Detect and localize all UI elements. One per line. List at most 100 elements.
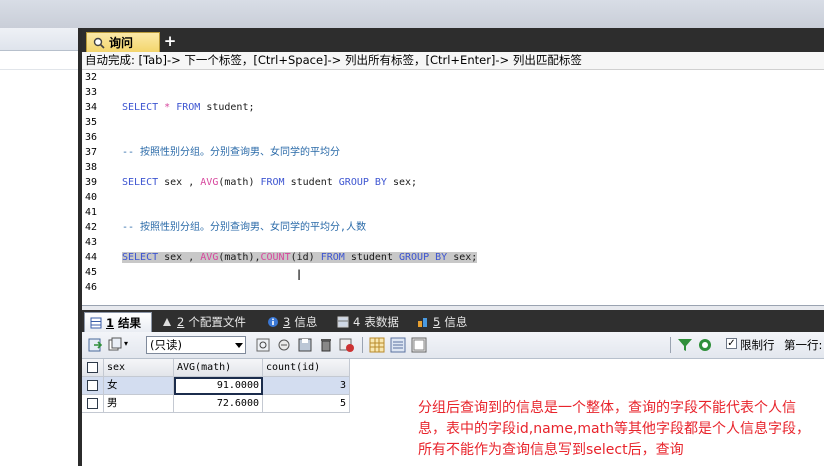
line-number: 38: [85, 162, 98, 173]
line-number: 33: [85, 87, 98, 98]
export-icon[interactable]: [86, 336, 104, 354]
funnel-icon[interactable]: [676, 336, 694, 354]
code-line[interactable]: 37 -- 按照性别分组。分别查询男、女同学的平均分: [82, 145, 340, 160]
grid-header-row: sex AVG(math) count(id): [82, 359, 350, 377]
code-line[interactable]: 41: [82, 205, 122, 220]
tab-query[interactable]: 询问: [86, 32, 160, 52]
row-checkbox[interactable]: [82, 377, 104, 395]
text-cursor-icon: I: [297, 268, 302, 284]
cell-avg-math[interactable]: 91.0000: [174, 377, 263, 395]
filter-icon[interactable]: [275, 336, 293, 354]
line-number: 32: [85, 72, 98, 83]
code-line[interactable]: 40: [82, 190, 122, 205]
refresh-icon[interactable]: [254, 336, 272, 354]
line-number: 46: [85, 282, 98, 293]
code-token: -- 按照性别分组。分别查询男、女同学的平均分: [122, 147, 341, 158]
code-line[interactable]: 38: [82, 160, 122, 175]
code-token: GROUP BY: [399, 252, 448, 263]
select-all-checkbox[interactable]: [82, 359, 104, 377]
cell-sex[interactable]: 女: [104, 377, 174, 395]
dropdown-arrow-icon: [235, 343, 243, 348]
code-line[interactable]: 36: [82, 130, 122, 145]
row-checkbox[interactable]: [82, 395, 104, 413]
code-token: student: [284, 177, 339, 188]
code-line[interactable]: 34 SELECT * FROM student;: [82, 100, 255, 115]
line-number: 36: [85, 132, 98, 143]
new-tab-button[interactable]: +: [162, 32, 178, 50]
line-number: 40: [85, 192, 98, 203]
delete-icon[interactable]: [317, 336, 335, 354]
code-token: (math): [218, 177, 261, 188]
tab-info-2-label: 信息: [444, 315, 468, 329]
tab-profiles-num: 2: [177, 315, 185, 329]
cell-count-id[interactable]: 5: [263, 395, 350, 413]
code-line[interactable]: 45: [82, 265, 122, 280]
copy-icon[interactable]: [106, 336, 124, 354]
text-view-icon[interactable]: [410, 336, 428, 354]
cell-sex[interactable]: 男: [104, 395, 174, 413]
column-header-sex[interactable]: sex: [104, 359, 174, 377]
tab-info-2[interactable]: 5 信息: [412, 312, 474, 332]
code-line[interactable]: 32: [82, 70, 122, 85]
history-icon: [418, 318, 427, 327]
cancel-icon[interactable]: [338, 336, 356, 354]
code-line[interactable]: 42 -- 按照性别分组。分别查询男、女同学的平均分,人数: [82, 220, 366, 235]
limit-rows-label: 限制行: [740, 338, 775, 352]
cell-avg-math[interactable]: 72.6000: [174, 395, 263, 413]
object-browser-row: [0, 51, 78, 70]
reload-icon[interactable]: [696, 336, 714, 354]
tab-info-2-num: 5: [433, 315, 441, 329]
tab-info[interactable]: 3 信息: [262, 312, 328, 332]
code-line[interactable]: 33: [82, 85, 122, 100]
query-icon: [93, 37, 105, 49]
chevron-down-icon[interactable]: ▾: [124, 339, 132, 348]
line-number: 44: [85, 252, 98, 263]
results-tab-strip: 1 结果 2 个配置文件 3 信息 4 表数据 5 信息: [82, 310, 824, 332]
code-token: student: [344, 252, 399, 263]
grid-view-icon[interactable]: [368, 336, 386, 354]
line-number: 42: [85, 222, 98, 233]
grid-icon: [90, 317, 102, 328]
cell-count-id[interactable]: 3: [263, 377, 350, 395]
table-icon: [337, 316, 349, 328]
code-token: (math),: [218, 252, 261, 263]
toolbar-divider: [362, 337, 363, 353]
code-token: AVG: [200, 252, 219, 263]
toolbar-divider: [670, 337, 671, 353]
code-token: (id): [290, 252, 321, 263]
profile-icon: [163, 318, 171, 326]
code-line[interactable]: 35: [82, 115, 122, 130]
code-token: FROM: [176, 102, 201, 113]
tab-results-label: 结果: [118, 315, 142, 330]
editor-tab-strip: 询问 +: [82, 28, 824, 52]
results-toolbar: ▾ (只读) ✓ 限制行 第一行:: [82, 332, 824, 359]
tab-table-data-label: 表数据: [364, 315, 399, 329]
window-title-bar: [0, 0, 824, 28]
column-header-count-id[interactable]: count(id): [263, 359, 350, 377]
table-row[interactable]: 男 72.6000 5: [82, 395, 350, 413]
code-editor[interactable]: 32 33 34 SELECT * FROM student; 35 36 37 -- 按照性…: [82, 70, 824, 322]
column-header-avg-math[interactable]: AVG(math): [174, 359, 263, 377]
code-token: FROM: [260, 177, 285, 188]
mode-select[interactable]: (只读): [146, 336, 246, 354]
form-view-icon[interactable]: [389, 336, 407, 354]
code-token: AVG: [200, 177, 219, 188]
limit-rows-checkbox[interactable]: ✓: [726, 338, 737, 349]
code-token: FROM: [320, 252, 345, 263]
save-icon[interactable]: [296, 336, 314, 354]
line-number: 34: [85, 102, 98, 113]
code-line[interactable]: 46: [82, 280, 122, 295]
code-line[interactable]: 39 SELECT sex , AVG(math) FROM student GR…: [82, 175, 417, 190]
line-number: 41: [85, 207, 98, 218]
table-row[interactable]: 女 91.0000 3: [82, 377, 350, 395]
code-line[interactable]: 43: [82, 235, 122, 250]
code-token: SELECT: [122, 252, 159, 263]
line-number: 39: [85, 177, 98, 188]
tab-query-label: 询问: [109, 36, 134, 50]
tab-results[interactable]: 1 结果: [84, 312, 152, 332]
tab-profiles[interactable]: 2 个配置文件: [156, 312, 252, 332]
code-token: -- 按照性别分组。分别查询男、女同学的平均分,人数: [122, 222, 367, 233]
code-line[interactable]: 44 SELECT sex , AVG(math),COUNT(id) FROM …: [82, 250, 478, 265]
object-browser-panel[interactable]: [0, 28, 79, 466]
tab-table-data[interactable]: 4 表数据: [332, 312, 408, 332]
